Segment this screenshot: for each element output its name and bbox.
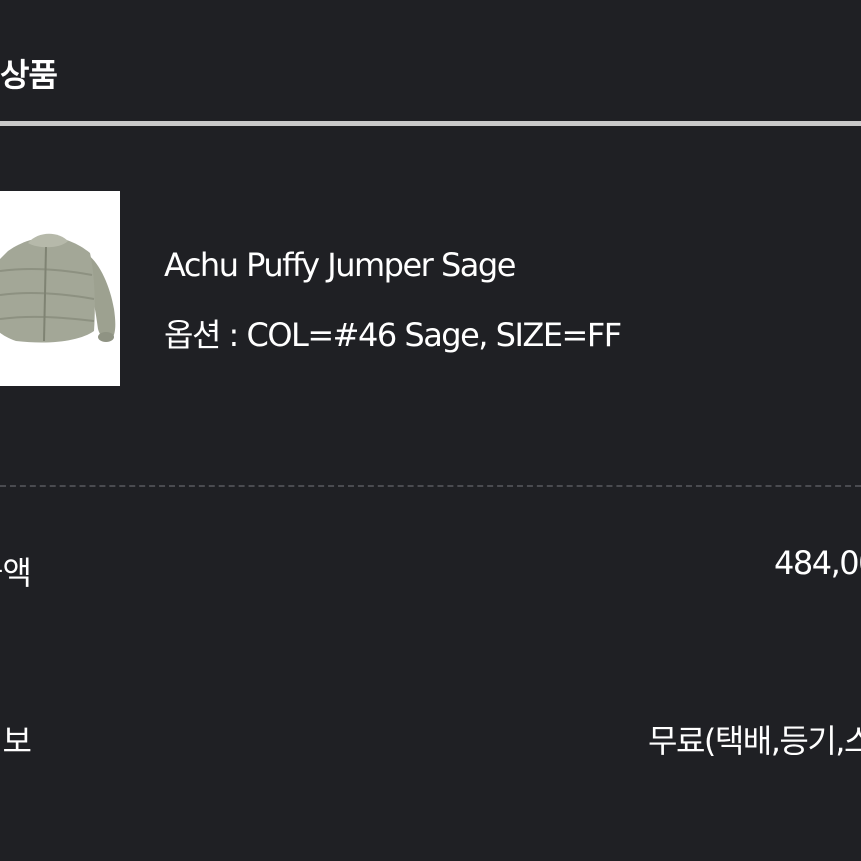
dashed-divider — [0, 485, 861, 487]
delivery-label: 정보 — [0, 722, 32, 760]
product-option: 옵션 : COL=#46 Sage, SIZE=FF — [164, 316, 622, 354]
price-label: 금액 — [0, 554, 32, 592]
delivery-value: 무료(택배,등기,스 — [648, 722, 861, 760]
section-title: 상품 — [0, 56, 58, 94]
puffer-jacket-image — [0, 233, 116, 343]
section-divider — [0, 121, 861, 126]
price-value: 484,00 — [774, 544, 861, 582]
order-product-panel: 상품 Achu Puffy Jumper Sage 옵션 : COL=#46 S… — [0, 0, 861, 861]
product-thumbnail[interactable] — [0, 191, 120, 386]
product-name[interactable]: Achu Puffy Jumper Sage — [164, 246, 516, 284]
